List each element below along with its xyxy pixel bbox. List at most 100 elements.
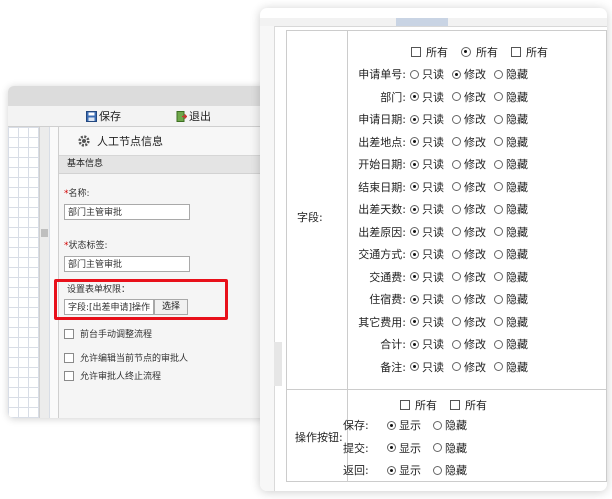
option-readonly[interactable]: 只读 bbox=[410, 291, 444, 307]
option-label: 只读 bbox=[422, 225, 444, 239]
select-all-label: 所有 bbox=[526, 46, 548, 59]
radio-icon bbox=[452, 249, 461, 259]
option-label: 显示 bbox=[399, 441, 421, 455]
option-edit[interactable]: 修改 bbox=[452, 89, 486, 105]
name-label-text: 名称: bbox=[68, 189, 90, 199]
radio-icon bbox=[452, 182, 461, 191]
status-input[interactable]: 部门主管审批 bbox=[64, 256, 190, 272]
option-edit[interactable]: 修改 bbox=[452, 359, 486, 375]
checkbox-icon bbox=[400, 400, 410, 410]
option-hide[interactable]: 隐藏 bbox=[494, 246, 528, 262]
checkbox-terminate-label: 允许审批人终止流程 bbox=[80, 372, 162, 382]
option-hide[interactable]: 隐藏 bbox=[494, 269, 528, 285]
option-readonly[interactable]: 只读 bbox=[410, 89, 444, 105]
option-hide[interactable]: 隐藏 bbox=[494, 336, 528, 352]
option-hide[interactable]: 隐藏 bbox=[494, 201, 528, 217]
field-row: 出差原因: 只读 修改 隐藏 bbox=[353, 223, 536, 241]
radio-icon bbox=[494, 159, 503, 169]
option-edit[interactable]: 修改 bbox=[452, 201, 486, 217]
option-readonly[interactable]: 只读 bbox=[410, 66, 444, 82]
option-show[interactable]: 显示 bbox=[387, 417, 421, 433]
option-label: 隐藏 bbox=[506, 338, 528, 351]
option-edit[interactable]: 修改 bbox=[452, 224, 486, 240]
permission-dialog: 字段: 操作按钮: 所有 所有 所有 申请单号: 只读 修改 隐藏 部门: 只读 修改 隐藏 申请日期… bbox=[260, 8, 607, 491]
radio-icon bbox=[452, 114, 461, 124]
save-label: 保存 bbox=[99, 110, 121, 123]
option-hide[interactable]: 隐藏 bbox=[494, 66, 528, 82]
option-label: 隐藏 bbox=[506, 203, 528, 216]
column-divider bbox=[347, 31, 348, 481]
checkbox-manual-adjust[interactable] bbox=[64, 329, 74, 339]
field-row: 其它费用: 只读 修改 隐藏 bbox=[353, 313, 536, 331]
option-readonly[interactable]: 只读 bbox=[410, 359, 444, 375]
option-hide[interactable]: 隐藏 bbox=[494, 291, 528, 307]
option-hide[interactable]: 隐藏 bbox=[494, 359, 528, 375]
radio-icon bbox=[494, 317, 503, 326]
option-hide[interactable]: 隐藏 bbox=[433, 417, 467, 433]
option-edit[interactable]: 修改 bbox=[452, 156, 486, 172]
radio-icon bbox=[410, 339, 419, 349]
option-readonly[interactable]: 只读 bbox=[410, 111, 444, 127]
radio-icon bbox=[452, 339, 461, 349]
option-readonly[interactable]: 只读 bbox=[410, 269, 444, 285]
option-label: 隐藏 bbox=[445, 464, 467, 477]
option-hide[interactable]: 隐藏 bbox=[433, 440, 467, 456]
field-row: 结束日期: 只读 修改 隐藏 bbox=[353, 178, 536, 196]
option-edit[interactable]: 修改 bbox=[452, 269, 486, 285]
option-hide[interactable]: 隐藏 bbox=[494, 224, 528, 240]
option-readonly[interactable]: 只读 bbox=[410, 246, 444, 262]
radio-icon bbox=[452, 362, 461, 371]
option-edit[interactable]: 修改 bbox=[452, 111, 486, 127]
option-edit[interactable]: 修改 bbox=[452, 336, 486, 352]
ops-select-all-show[interactable]: 所有 bbox=[400, 397, 437, 413]
option-readonly[interactable]: 只读 bbox=[410, 314, 444, 330]
option-readonly[interactable]: 只读 bbox=[410, 224, 444, 240]
option-edit[interactable]: 修改 bbox=[452, 314, 486, 330]
radio-icon bbox=[494, 294, 503, 304]
option-label: 隐藏 bbox=[506, 315, 528, 329]
ops-select-all-hide[interactable]: 所有 bbox=[450, 397, 487, 413]
option-edit[interactable]: 修改 bbox=[452, 246, 486, 262]
select-all-hide[interactable]: 所有 bbox=[511, 44, 548, 60]
checkbox-terminate[interactable] bbox=[64, 371, 74, 381]
select-all-edit[interactable]: 所有 bbox=[461, 44, 498, 60]
option-show[interactable]: 显示 bbox=[387, 440, 421, 456]
option-edit[interactable]: 修改 bbox=[452, 134, 486, 150]
field-name: 开始日期: bbox=[358, 158, 406, 171]
option-readonly[interactable]: 只读 bbox=[410, 336, 444, 352]
drag-handle[interactable] bbox=[396, 18, 448, 26]
option-hide[interactable]: 隐藏 bbox=[494, 134, 528, 150]
collapse-handle[interactable] bbox=[274, 342, 282, 386]
scrollbar-thumb[interactable] bbox=[41, 229, 48, 237]
radio-icon bbox=[494, 92, 503, 101]
option-hide[interactable]: 隐藏 bbox=[494, 89, 528, 105]
option-label: 隐藏 bbox=[506, 293, 528, 306]
option-readonly[interactable]: 只读 bbox=[410, 156, 444, 172]
option-show[interactable]: 显示 bbox=[387, 462, 421, 478]
option-hide[interactable]: 隐藏 bbox=[494, 179, 528, 195]
permission-table: 字段: 操作按钮: 所有 所有 所有 申请单号: 只读 修改 隐藏 部门: 只读 修改 隐藏 申请日期… bbox=[286, 30, 607, 482]
option-label: 只读 bbox=[422, 158, 444, 171]
option-hide[interactable]: 隐藏 bbox=[494, 314, 528, 330]
select-all-label: 所有 bbox=[426, 46, 448, 59]
checkbox-edit-approver[interactable] bbox=[64, 353, 74, 363]
option-readonly[interactable]: 只读 bbox=[410, 179, 444, 195]
field-row: 申请日期: 只读 修改 隐藏 bbox=[353, 110, 536, 128]
option-hide[interactable]: 隐藏 bbox=[494, 111, 528, 127]
option-label: 隐藏 bbox=[506, 135, 528, 149]
highlight-box bbox=[54, 279, 228, 320]
option-hide[interactable]: 隐藏 bbox=[494, 156, 528, 172]
exit-button[interactable]: 退出 bbox=[176, 108, 211, 124]
option-label: 隐藏 bbox=[506, 270, 528, 284]
option-readonly[interactable]: 只读 bbox=[410, 201, 444, 217]
field-name: 结束日期: bbox=[358, 180, 406, 194]
name-input[interactable]: 部门主管审批 bbox=[64, 204, 190, 220]
select-all-readonly[interactable]: 所有 bbox=[411, 44, 448, 60]
save-button[interactable]: 保存 bbox=[86, 108, 121, 124]
option-readonly[interactable]: 只读 bbox=[410, 134, 444, 150]
option-edit[interactable]: 修改 bbox=[452, 66, 486, 82]
option-label: 隐藏 bbox=[506, 180, 528, 194]
option-edit[interactable]: 修改 bbox=[452, 179, 486, 195]
option-edit[interactable]: 修改 bbox=[452, 291, 486, 307]
option-hide[interactable]: 隐藏 bbox=[433, 462, 467, 478]
